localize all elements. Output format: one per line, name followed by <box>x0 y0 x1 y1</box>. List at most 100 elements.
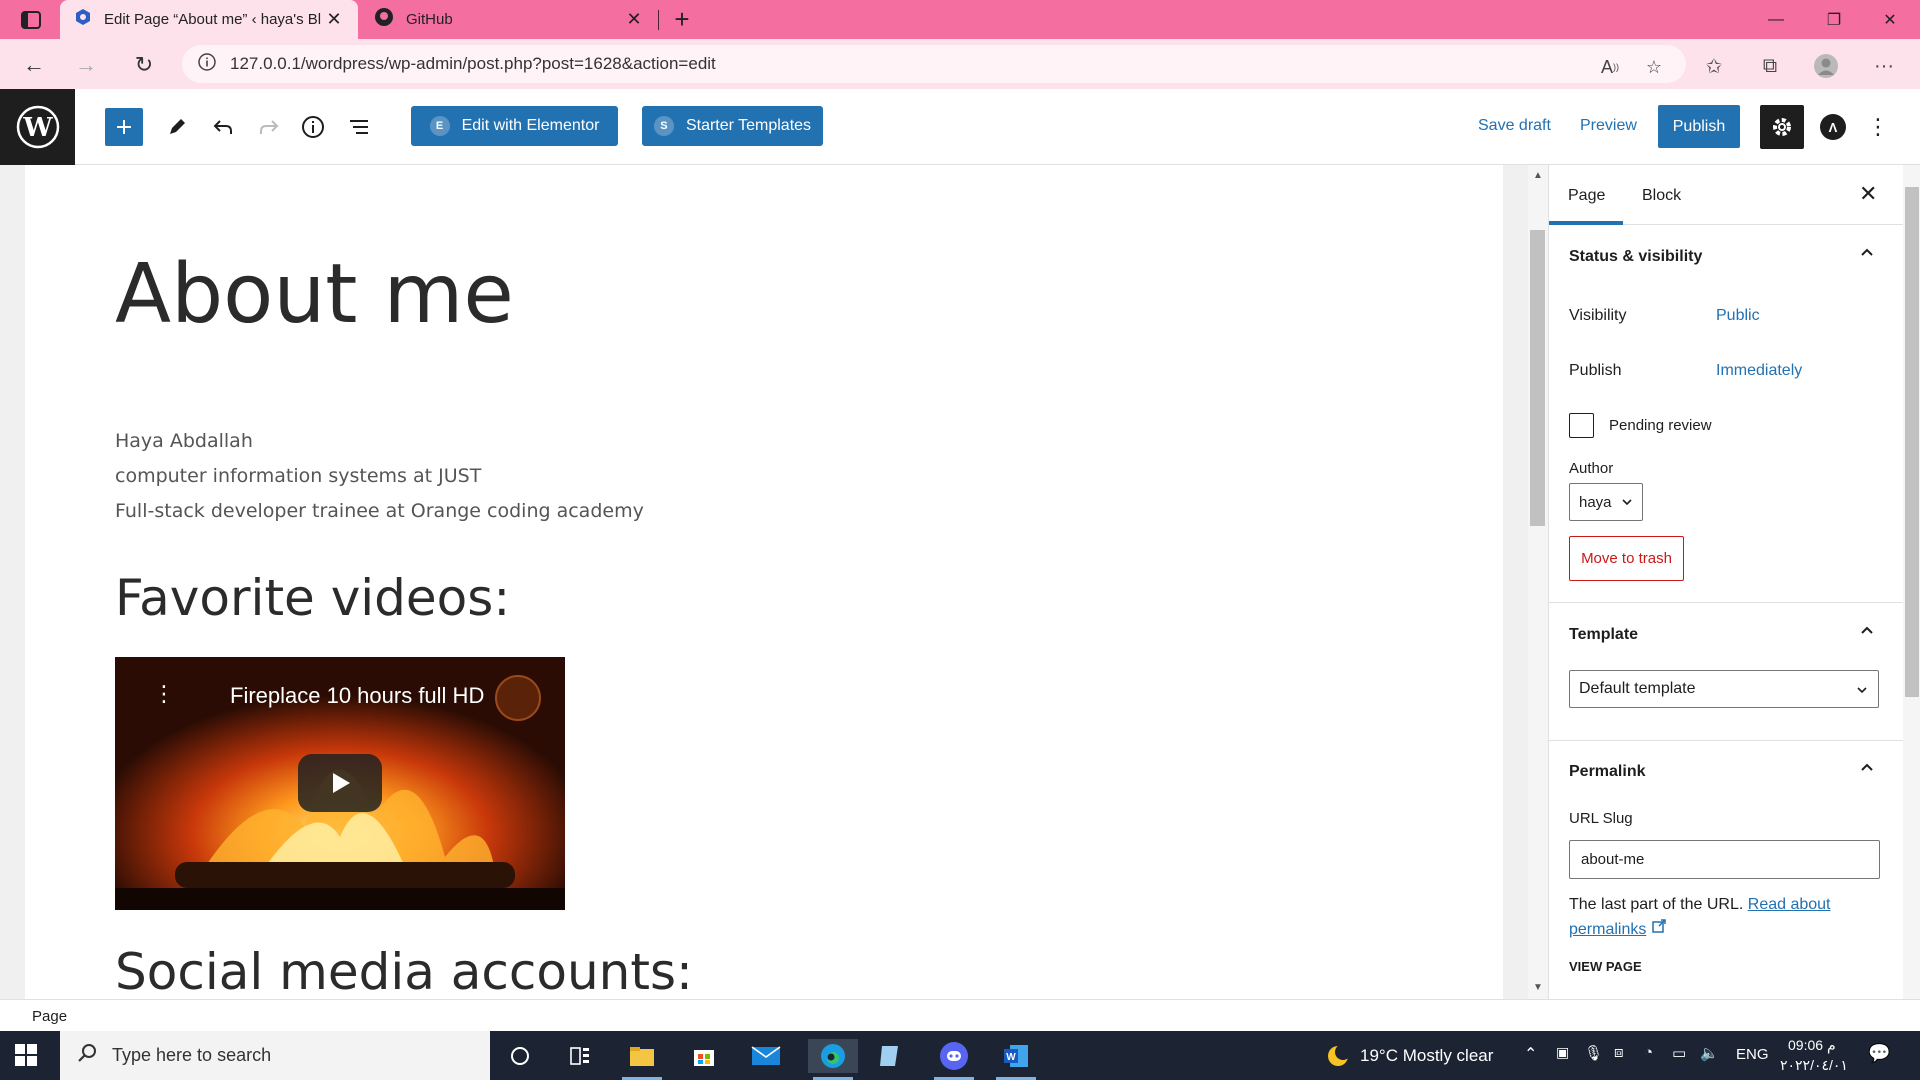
elementor-button-label: Edit with Elementor <box>461 117 600 134</box>
details-info-icon[interactable] <box>294 108 332 146</box>
tab-page[interactable]: Page <box>1568 187 1605 205</box>
undo-icon[interactable] <box>204 108 242 146</box>
template-select[interactable]: Default template <box>1569 670 1879 708</box>
new-tab-icon[interactable]: + <box>668 5 696 33</box>
word-icon[interactable]: W <box>996 1039 1036 1073</box>
video-menu-icon[interactable]: ⋮ <box>153 683 175 705</box>
show-hidden-icons[interactable]: ⌃ <box>1524 1044 1537 1064</box>
weather-text[interactable]: 19°C Mostly clear <box>1360 1046 1493 1066</box>
notepad-icon[interactable] <box>870 1039 910 1073</box>
file-explorer-icon[interactable] <box>622 1039 662 1073</box>
display-icon[interactable]: ⧈ <box>1614 1044 1624 1061</box>
windows-start-icon[interactable] <box>14 1043 38 1067</box>
template-panel-title[interactable]: Template <box>1569 626 1638 644</box>
scroll-up-icon[interactable]: ▲ <box>1531 170 1545 181</box>
minimize-icon[interactable]: — <box>1752 0 1800 39</box>
move-to-trash-button[interactable]: Move to trash <box>1569 536 1684 581</box>
battery-icon[interactable]: ▭ <box>1672 1044 1686 1062</box>
url-slug-input[interactable]: about-me <box>1569 840 1880 879</box>
more-icon[interactable]: ··· <box>1870 52 1898 80</box>
sidebar-scrollbar-thumb[interactable] <box>1905 187 1919 697</box>
favorites-icon[interactable]: ✩ <box>1700 52 1728 80</box>
pending-review-label[interactable]: Pending review <box>1609 417 1712 434</box>
status-visibility-panel-title[interactable]: Status & visibility <box>1569 248 1702 266</box>
tab-edit-page[interactable]: Edit Page “About me” ‹ haya's Bl ✕ <box>60 0 358 39</box>
language-indicator[interactable]: ENG <box>1736 1046 1769 1063</box>
url-field[interactable]: 127.0.0.1/wordpress/wp-admin/post.php?po… <box>182 45 1686 83</box>
browser-tab-bar: Edit Page “About me” ‹ haya's Bl ✕ GitHu… <box>0 0 1920 39</box>
publish-label: Publish <box>1569 362 1622 379</box>
network-icon[interactable]: ◔ <box>1644 1044 1653 1061</box>
paragraph-block[interactable]: Haya Abdallah <box>115 430 253 452</box>
collections-icon[interactable]: ⧉ <box>1756 52 1784 80</box>
editor-scrollbar-thumb[interactable] <box>1530 230 1545 526</box>
microsoft-store-icon[interactable] <box>684 1039 724 1073</box>
starter-templates-button[interactable]: S Starter Templates <box>642 106 823 146</box>
microphone-icon[interactable]: 🎙 <box>1584 1044 1603 1062</box>
close-icon[interactable]: ✕ <box>324 9 344 30</box>
notifications-icon[interactable]: 💬 <box>1868 1043 1890 1064</box>
clock-date[interactable]: ٢٠٢٢/٠٤/٠١ <box>1780 1057 1848 1074</box>
chevron-up-icon[interactable] <box>1859 245 1875 264</box>
back-icon[interactable]: ← <box>18 49 50 81</box>
publish-button[interactable]: Publish <box>1658 105 1740 148</box>
author-select[interactable]: haya <box>1569 483 1643 521</box>
close-sidebar-icon[interactable]: ✕ <box>1859 181 1877 207</box>
publish-date-toggle[interactable]: Immediately <box>1716 362 1802 380</box>
taskbar-search-box[interactable]: Type here to search <box>60 1031 490 1080</box>
preview-button[interactable]: Preview <box>1580 117 1637 135</box>
heading-block[interactable]: Social media accounts: <box>115 943 693 999</box>
paragraph-block[interactable]: computer information systems at JUST <box>115 465 481 487</box>
wordpress-favicon-icon <box>74 8 92 31</box>
paragraph-block[interactable]: Full-stack developer trainee at Orange c… <box>115 500 644 522</box>
heading-block[interactable]: Favorite videos: <box>115 569 510 627</box>
tab-actions-icon[interactable] <box>18 9 44 31</box>
chevron-up-icon[interactable] <box>1859 760 1875 779</box>
edit-pencil-icon[interactable] <box>158 108 196 146</box>
task-view-icon[interactable] <box>560 1039 600 1073</box>
weather-moon-icon[interactable] <box>1318 1039 1358 1073</box>
cortana-icon[interactable] <box>500 1039 540 1073</box>
chevron-up-icon[interactable] <box>1859 623 1875 642</box>
edge-browser-icon[interactable] <box>808 1039 858 1073</box>
wordpress-logo-icon[interactable]: W <box>0 89 75 165</box>
redo-icon[interactable] <box>250 108 288 146</box>
youtube-embed-block[interactable]: ⋮ Fireplace 10 hours full HD <box>115 657 565 910</box>
permalink-panel-title[interactable]: Permalink <box>1569 763 1645 781</box>
info-icon[interactable] <box>198 52 216 76</box>
options-kebab-icon[interactable]: ⋮ <box>1866 113 1890 141</box>
pending-review-checkbox[interactable] <box>1569 413 1594 438</box>
astra-settings-icon[interactable]: Λ <box>1820 114 1846 140</box>
forward-icon[interactable]: → <box>70 49 102 81</box>
tab-github[interactable]: GitHub ✕ <box>362 0 656 39</box>
profile-avatar[interactable] <box>1812 52 1840 80</box>
play-button-icon[interactable] <box>298 754 382 812</box>
mail-icon[interactable] <box>746 1039 786 1073</box>
save-draft-button[interactable]: Save draft <box>1478 117 1551 135</box>
edit-with-elementor-button[interactable]: E Edit with Elementor <box>411 106 618 146</box>
list-view-icon[interactable] <box>340 108 378 146</box>
breadcrumb-page[interactable]: Page <box>32 1008 67 1025</box>
restore-icon[interactable]: ❐ <box>1810 0 1858 39</box>
device-icon[interactable]: ▣ <box>1556 1044 1569 1061</box>
refresh-icon[interactable]: ↻ <box>128 49 160 81</box>
external-link-icon[interactable] <box>1651 919 1667 938</box>
sidebar-tabs: Page Block ✕ <box>1549 165 1903 225</box>
page-title[interactable]: About me <box>115 247 514 342</box>
settings-gear-icon[interactable] <box>1760 105 1804 149</box>
clock-time[interactable]: 09:06 م <box>1788 1037 1836 1054</box>
tab-block[interactable]: Block <box>1642 187 1681 205</box>
block-breadcrumb-bar: Page <box>0 999 1920 1031</box>
volume-icon[interactable]: 🔈 <box>1700 1044 1719 1062</box>
channel-avatar[interactable] <box>495 675 541 721</box>
close-icon[interactable]: ✕ <box>624 9 644 30</box>
discord-icon[interactable] <box>934 1039 974 1073</box>
add-favorite-icon[interactable]: ☆ <box>1640 53 1668 81</box>
view-page-label[interactable]: VIEW PAGE <box>1569 959 1642 974</box>
window-close-icon[interactable]: ✕ <box>1866 0 1914 39</box>
scroll-down-icon[interactable]: ▼ <box>1531 982 1545 993</box>
visibility-toggle[interactable]: Public <box>1716 307 1760 325</box>
read-aloud-icon[interactable]: A)) <box>1596 53 1624 81</box>
add-block-button[interactable] <box>105 108 143 146</box>
video-title[interactable]: Fireplace 10 hours full HD <box>230 683 484 709</box>
